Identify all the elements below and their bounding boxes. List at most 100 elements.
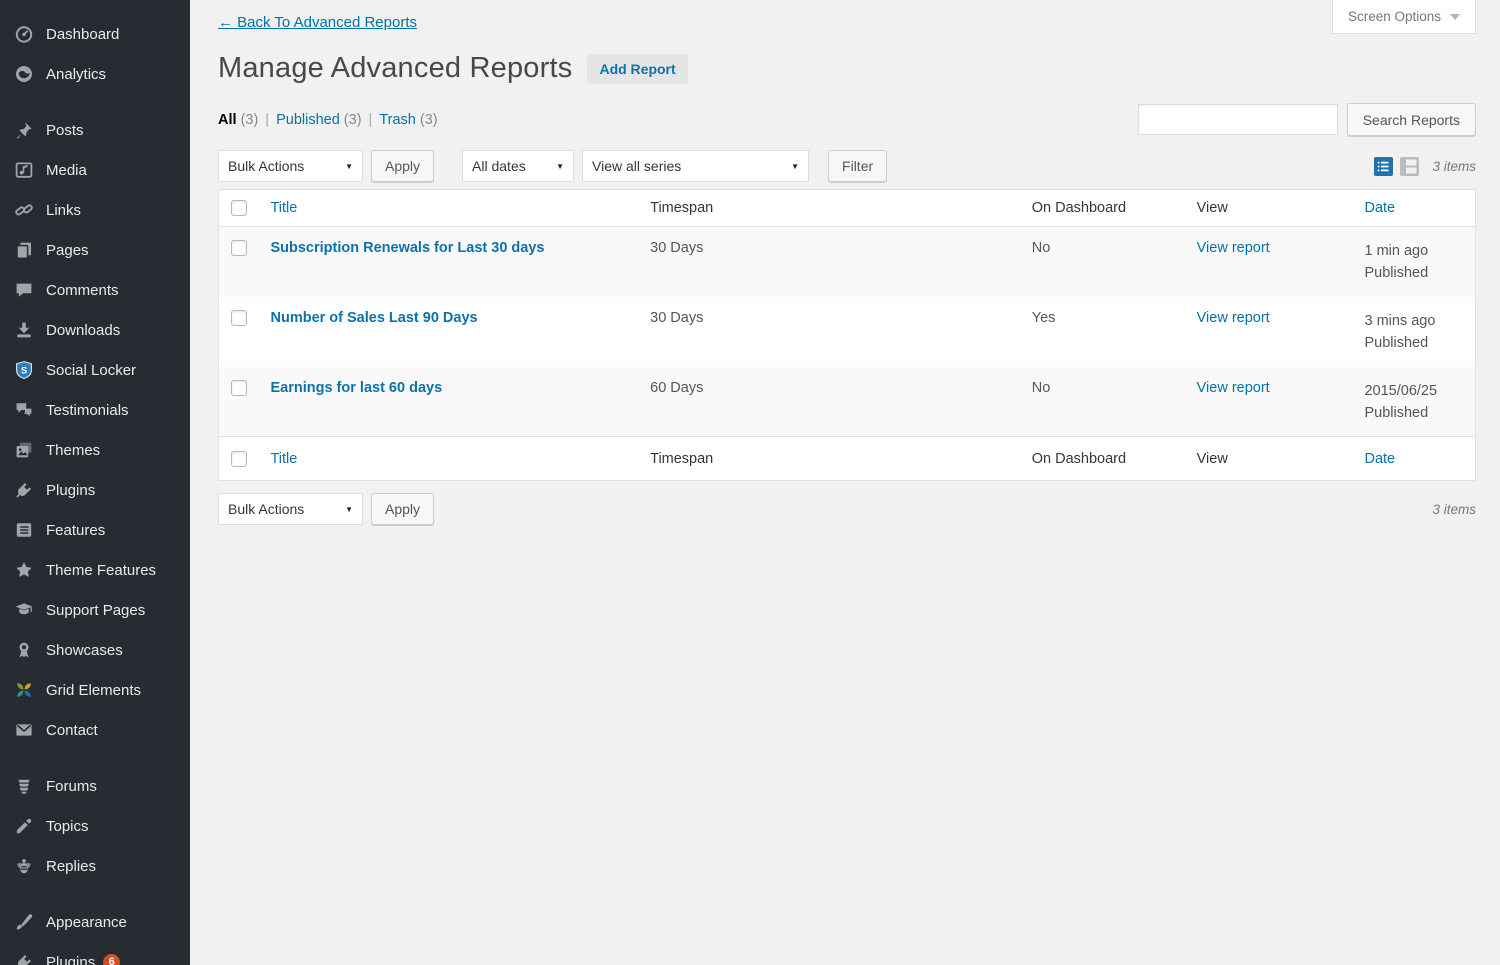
screen-options-tab[interactable]: Screen Options [1332,0,1476,34]
row-select-checkbox[interactable] [231,310,247,326]
date-cell: 1 min agoPublished [1354,227,1475,297]
sidebar-item-features[interactable]: Features [0,510,190,550]
sidebar-item-appearance[interactable]: Appearance [0,902,190,942]
sidebar-item-forums[interactable]: Forums [0,766,190,806]
sidebar-item-showcases[interactable]: Showcases [0,630,190,670]
sidebar-item-topics[interactable]: Topics [0,806,190,846]
timespan-cell: 60 Days [640,367,1022,437]
apply-button[interactable]: Apply [371,493,434,525]
plugins-icon [13,952,35,965]
select-all-checkbox[interactable] [231,200,247,216]
column-timespan: Timespan [640,437,1022,481]
series-filter-select[interactable]: View all series▼ [582,150,809,182]
row-select-checkbox[interactable] [231,240,247,256]
chevron-down-icon [1450,14,1460,20]
items-count: 3 items [1432,502,1476,517]
table-body: Subscription Renewals for Last 30 days 30… [219,227,1476,437]
row-select-checkbox[interactable] [231,380,247,396]
links-icon [13,200,35,220]
select-arrow-icon: ▼ [345,505,353,514]
dates-filter-select[interactable]: All dates▼ [462,150,574,182]
report-title-link[interactable]: Subscription Renewals for Last 30 days [270,240,544,256]
filter-all-link[interactable]: All (3) [218,112,258,128]
column-title-sort[interactable]: Title [270,200,297,216]
sidebar-item-pages[interactable]: Pages [0,230,190,270]
report-title-link[interactable]: Number of Sales Last 90 Days [270,310,477,326]
sidebar-item-label: Topics [46,818,89,835]
sidebar-item-themes[interactable]: Themes [0,430,190,470]
list-view-icon[interactable] [1374,157,1393,176]
select-all-checkbox[interactable] [231,451,247,467]
timespan-cell: 30 Days [640,297,1022,367]
column-on-dashboard: On Dashboard [1022,437,1187,481]
sidebar-item-label: Plugins [46,482,95,499]
post-status: Published [1364,402,1465,424]
sidebar-item-label: Replies [46,858,96,875]
social-locker-icon: S [13,360,35,380]
view-report-link[interactable]: View report [1197,310,1270,326]
search-reports-button[interactable]: Search Reports [1347,103,1476,136]
select-arrow-icon: ▼ [556,162,564,171]
comments-icon [13,280,35,300]
back-to-advanced-reports-link[interactable]: ← Back To Advanced Reports [218,14,417,31]
forums-icon [13,776,35,796]
media-icon [13,160,35,180]
sidebar-item-posts[interactable]: Posts [0,110,190,150]
sidebar-item-grid-elements[interactable]: Grid Elements [0,670,190,710]
sidebar-item-testimonials[interactable]: Testimonials [0,390,190,430]
contact-icon [13,720,35,740]
excerpt-view-icon[interactable] [1400,157,1419,176]
column-title-sort[interactable]: Title [270,451,297,467]
post-status: Published [1364,332,1465,354]
sidebar-item-label: Posts [46,122,84,139]
filter-trash-link[interactable]: Trash (3) [379,112,437,128]
apply-button[interactable]: Apply [371,150,434,182]
sidebar-item-label: Showcases [46,642,123,659]
update-count-badge: 6 [103,954,120,965]
view-report-link[interactable]: View report [1197,380,1270,396]
sidebar-item-analytics[interactable]: Analytics [0,54,190,94]
sidebar-item-label: Links [46,202,81,219]
sidebar-item-label: Plugins [46,954,95,965]
sidebar-item-plugins[interactable]: Plugins [0,470,190,510]
add-report-button[interactable]: Add Report [587,54,687,84]
sidebar-menu: DashboardAnalyticsPostsMediaLinksPagesCo… [0,14,190,965]
post-status: Published [1364,262,1465,284]
sidebar-item-downloads[interactable]: Downloads [0,310,190,350]
filter-button[interactable]: Filter [828,150,887,182]
table-footer: Title Timespan On Dashboard View Date [219,437,1476,481]
reports-table: Title Timespan On Dashboard View Date Su… [218,189,1476,481]
report-title-link[interactable]: Earnings for last 60 days [270,380,442,396]
column-timespan: Timespan [640,190,1022,227]
sidebar-item-plugins[interactable]: Plugins 6 [0,942,190,965]
sidebar-item-links[interactable]: Links [0,190,190,230]
sidebar-item-comments[interactable]: Comments [0,270,190,310]
sidebar-item-support-pages[interactable]: Support Pages [0,590,190,630]
column-date-sort[interactable]: Date [1364,451,1395,467]
date-relative: 2015/06/25 [1364,380,1465,402]
sidebar-item-contact[interactable]: Contact [0,710,190,750]
search-input[interactable] [1138,104,1338,135]
status-filter-links: All (3)|Published (3)|Trash (3) [218,112,438,128]
view-mode-switch [1374,157,1419,176]
downloads-icon [13,320,35,340]
screen-options-label: Screen Options [1348,9,1441,24]
pages-icon [13,240,35,260]
filter-published-link[interactable]: Published (3) [276,112,361,128]
bulk-actions-select[interactable]: Bulk Actions▼ [218,493,363,525]
sidebar-item-replies[interactable]: Replies [0,846,190,886]
date-relative: 3 mins ago [1364,310,1465,332]
sidebar-item-social-locker[interactable]: SSocial Locker [0,350,190,390]
bulk-actions-select[interactable]: Bulk Actions▼ [218,150,363,182]
sidebar-item-dashboard[interactable]: Dashboard [0,14,190,54]
column-view: View [1187,437,1355,481]
sidebar-item-label: Grid Elements [46,682,141,699]
testimonials-icon [13,400,35,420]
sidebar-item-theme-features[interactable]: Theme Features [0,550,190,590]
svg-text:S: S [21,366,27,377]
select-arrow-icon: ▼ [791,162,799,171]
column-date-sort[interactable]: Date [1364,200,1395,216]
items-count: 3 items [1432,159,1476,174]
sidebar-item-media[interactable]: Media [0,150,190,190]
view-report-link[interactable]: View report [1197,240,1270,256]
